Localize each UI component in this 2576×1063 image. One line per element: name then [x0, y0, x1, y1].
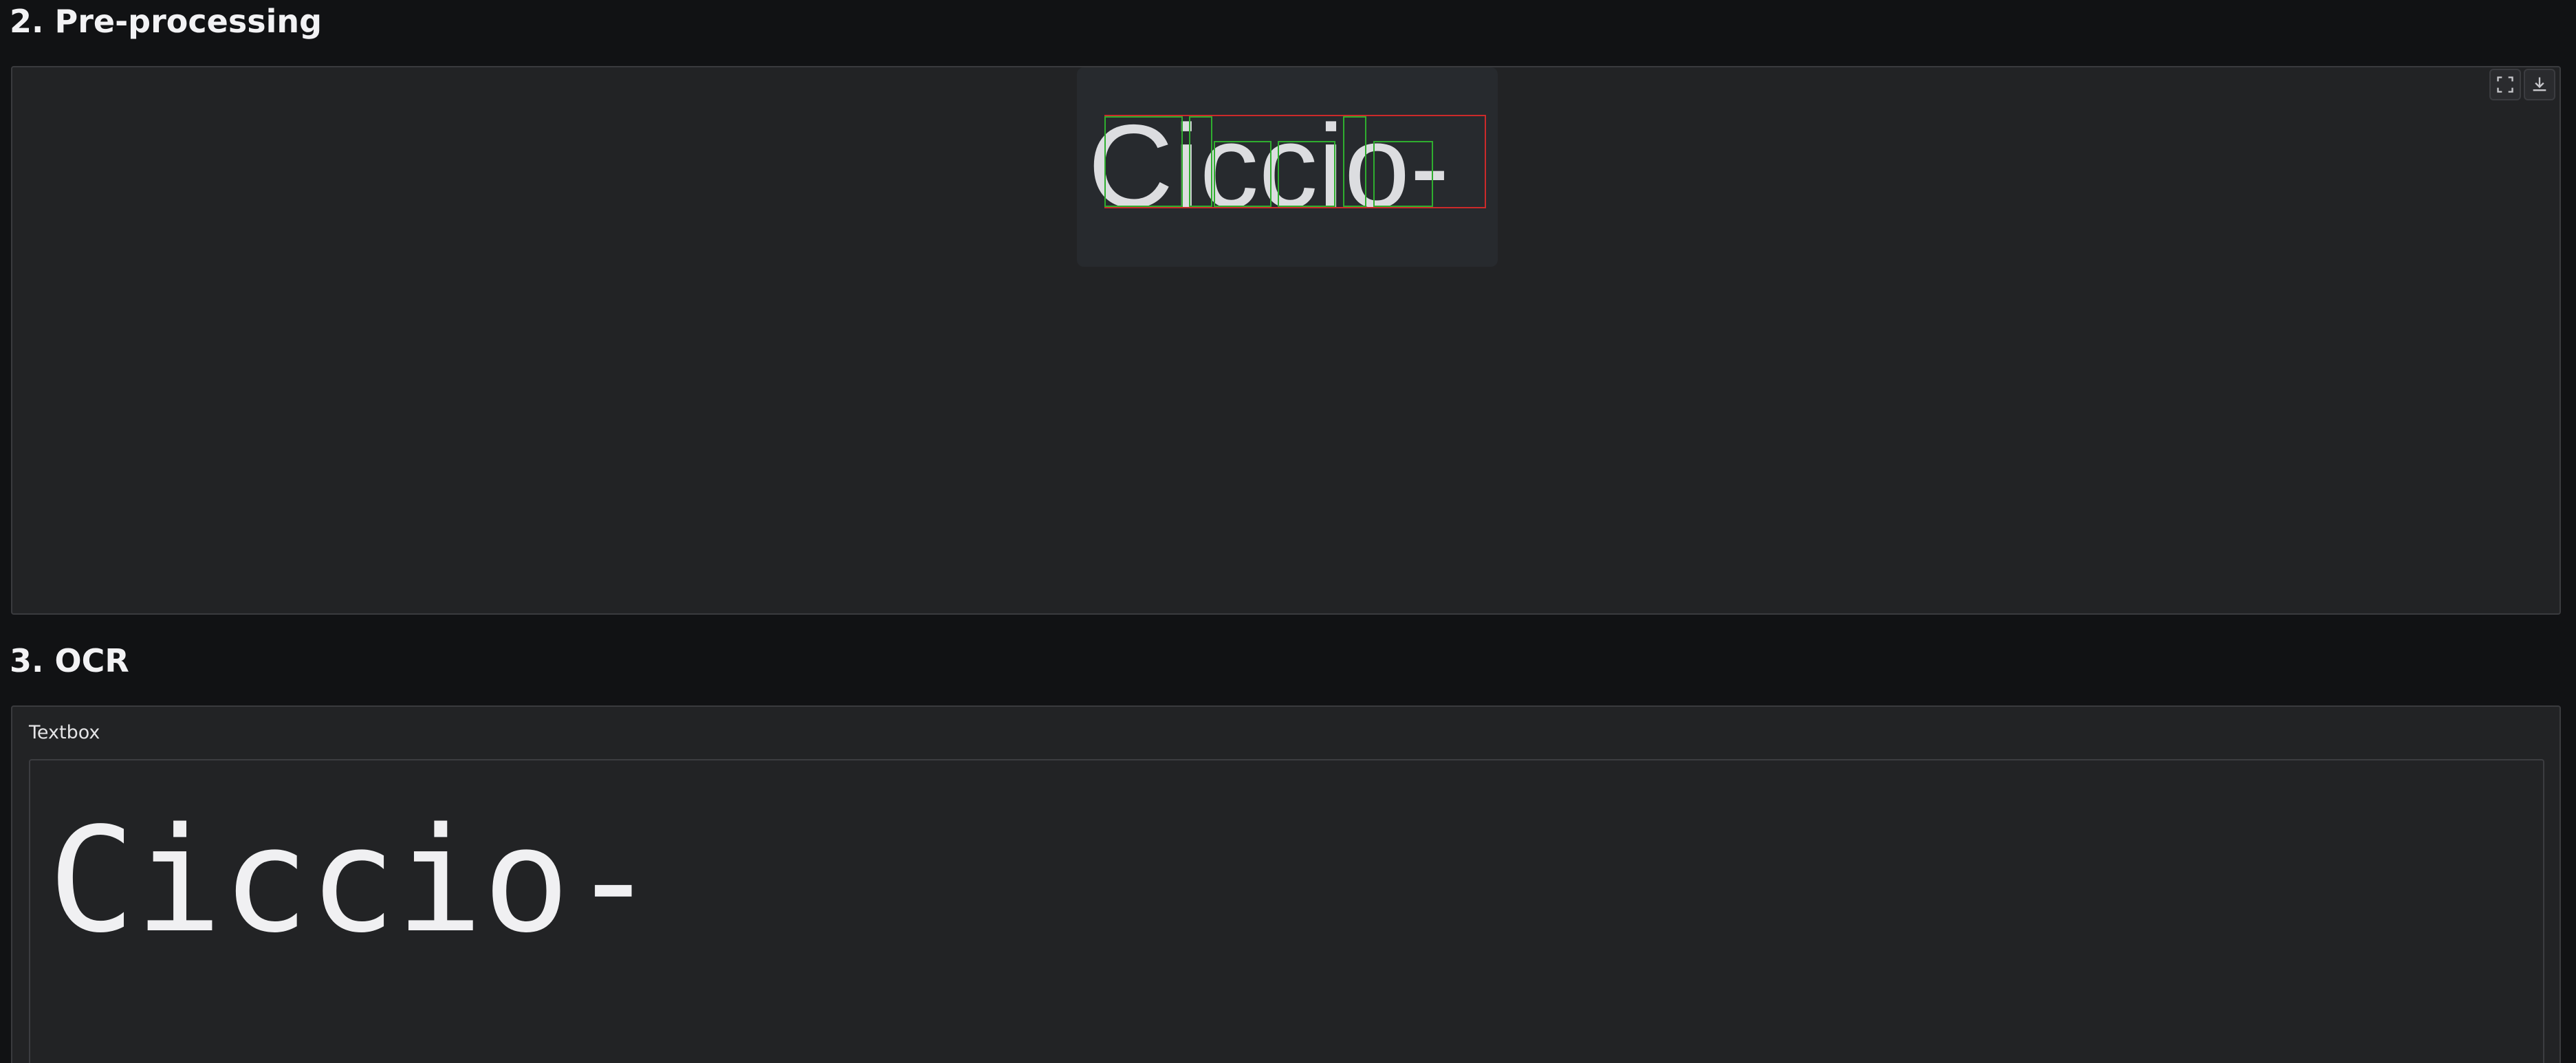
preprocessing-image-panel: Ciccio-	[11, 66, 2561, 615]
preprocessed-image-canvas: Ciccio-	[1088, 100, 1486, 232]
ocr-textbox[interactable]: Ciccio-	[29, 759, 2544, 1063]
fullscreen-icon	[2497, 76, 2513, 93]
download-icon	[2533, 77, 2546, 91]
preprocessed-image-text: Ciccio-	[1088, 100, 1450, 232]
image-toolbar	[2489, 69, 2555, 100]
ocr-textbox-block: Textbox Ciccio-	[11, 705, 2561, 1063]
section-title-ocr: 3. OCR	[10, 642, 129, 679]
page: 2. Pre-processing Ciccio- 3. OCR Textbox…	[0, 0, 2576, 1063]
fullscreen-button[interactable]	[2489, 69, 2521, 100]
download-button[interactable]	[2524, 69, 2555, 100]
section-title-preprocessing: 2. Pre-processing	[10, 3, 323, 40]
textbox-label: Textbox	[29, 722, 100, 743]
preprocessed-image: Ciccio-	[1077, 67, 1498, 267]
